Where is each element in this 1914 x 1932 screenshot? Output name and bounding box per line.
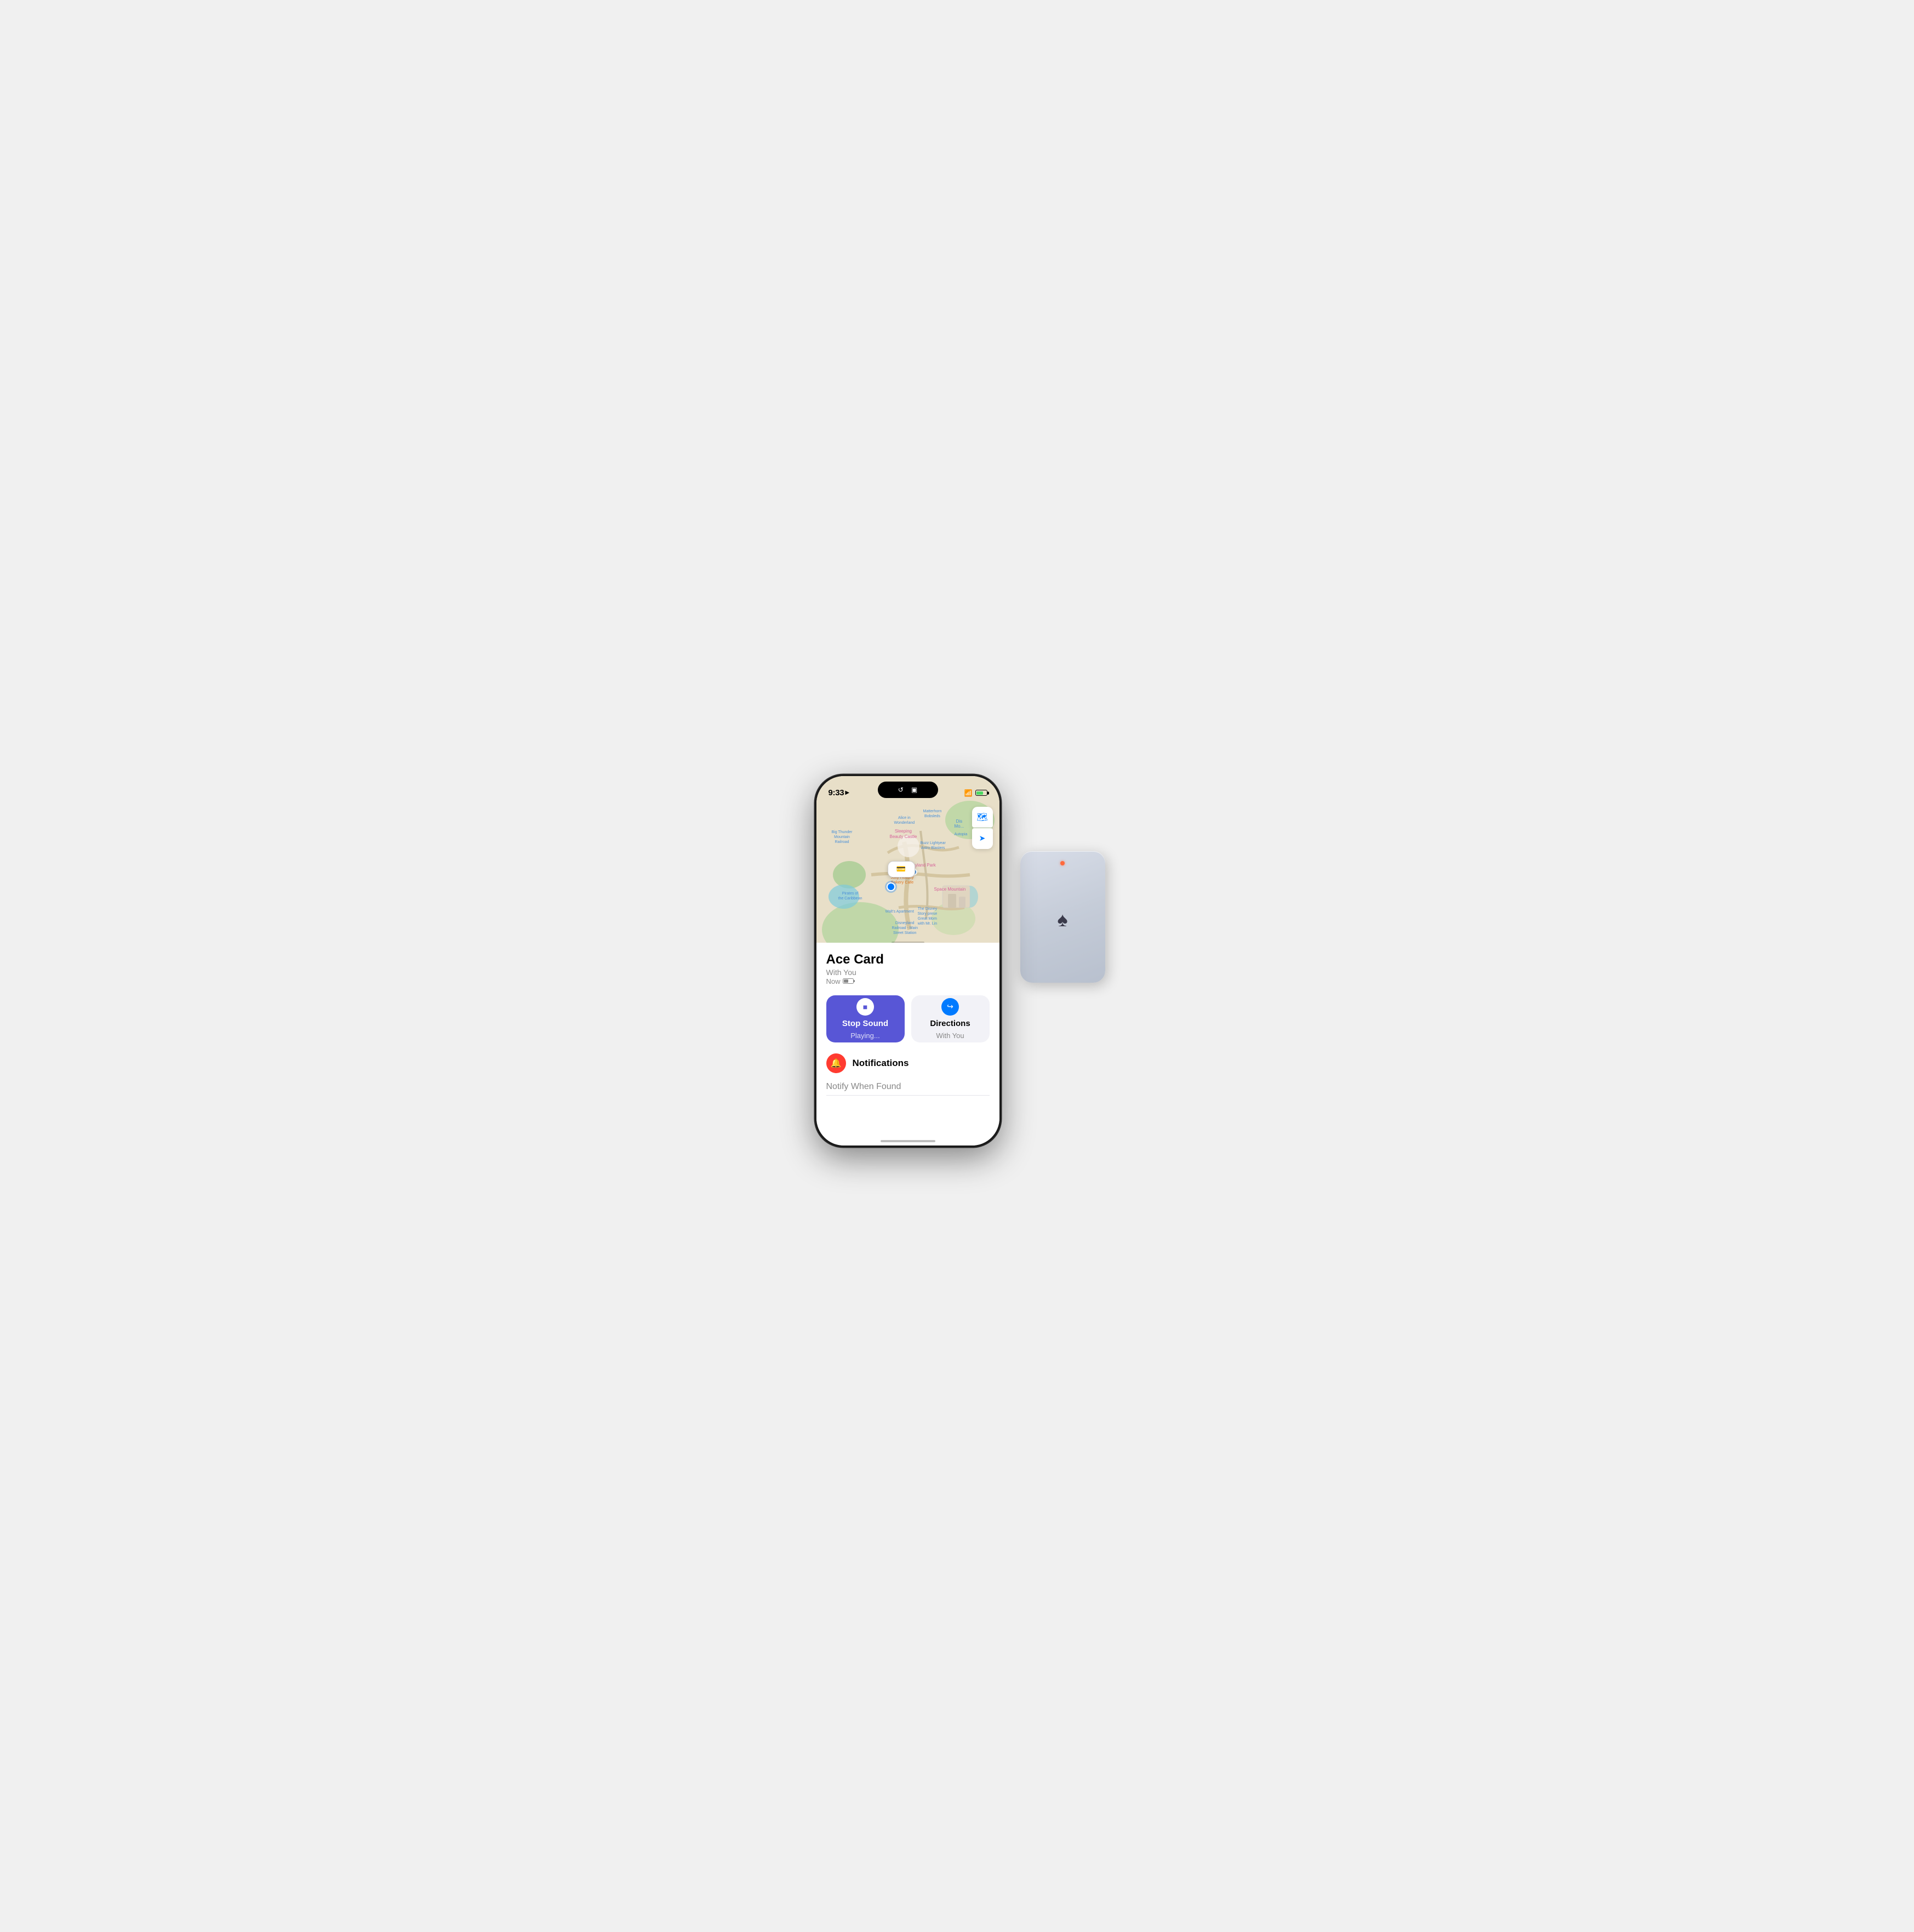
map-label-sleeping-beauty: SleepingBeauty Castle: [890, 829, 917, 840]
map-label-autopia: Autopia: [955, 832, 968, 837]
map-label-matterhorn: MatterhornBobsleds: [923, 809, 942, 819]
map-label-bttmr: Big ThunderMountainRailroad: [832, 830, 853, 845]
stop-icon: ■: [856, 998, 874, 1016]
dynamic-island: ↺ ▣: [878, 782, 938, 798]
di-right-icon: ▣: [911, 786, 917, 794]
directions-icon: ↪: [941, 998, 959, 1016]
map-label-buzz: Buzz LightyearAstro Blasters: [921, 841, 946, 851]
tracker-spade-icon: ♠: [1057, 908, 1067, 931]
battery-now-label: Now: [826, 977, 841, 985]
map-label-railroad: DisneylandRailroad - MainStreet Station: [892, 921, 918, 936]
scene: ♠ 9:33 ▶ 📶 ↺ ▣: [815, 774, 1100, 1158]
stop-sound-sublabel: Playing...: [850, 1031, 879, 1040]
map-label-space-mountain: Space Mountain: [934, 887, 966, 892]
item-subtitle: With You: [826, 968, 990, 977]
home-indicator: [881, 1140, 935, 1142]
iphone-screen: 9:33 ▶ 📶 ↺ ▣: [816, 776, 999, 1145]
stop-sound-label: Stop Sound: [842, 1019, 888, 1028]
bottom-panel: Ace Card With You Now ■ Stop Sound: [816, 943, 999, 1145]
directions-label: Directions: [930, 1019, 970, 1028]
map-label-disney-story: The DisneyStory preseGreat Momwith Mr. L…: [918, 907, 938, 926]
notifications-bell-icon: 🔔: [826, 1053, 846, 1073]
directions-button[interactable]: ↪ Directions With You: [911, 995, 990, 1042]
location-center-button[interactable]: ➤: [972, 828, 993, 849]
map-controls: 🗺 ➤: [972, 807, 993, 849]
map-label-dis-mo: DisMo...: [955, 819, 964, 829]
map-label-alice: Alice inWonderland: [894, 816, 915, 825]
user-location-pin: [887, 882, 895, 891]
tracker-map-pin: 💳: [888, 861, 915, 877]
tracker-led: [1060, 861, 1065, 865]
tracker-card: ♠: [1020, 851, 1105, 983]
wifi-icon: 📶: [964, 789, 973, 797]
notifications-section: 🔔 Notifications: [826, 1053, 990, 1073]
notify-when-found-row[interactable]: Notify When Found: [826, 1082, 990, 1096]
map-label-walts: Walt's Apartment: [885, 910, 914, 914]
di-left-icon: ↺: [898, 786, 904, 794]
battery-inline-icon: [843, 978, 854, 984]
status-time: 9:33: [829, 788, 844, 797]
notify-when-found-label: Notify When Found: [826, 1082, 901, 1092]
status-right: 📶: [964, 789, 987, 797]
map-view-button[interactable]: 🗺: [972, 807, 993, 828]
action-buttons-row: ■ Stop Sound Playing... ↪ Directions Wit…: [826, 995, 990, 1042]
item-title: Ace Card: [826, 953, 990, 967]
notifications-label: Notifications: [853, 1058, 909, 1069]
battery-status: Now: [826, 977, 854, 985]
location-arrow-icon: ▶: [845, 790, 849, 796]
stop-sound-button[interactable]: ■ Stop Sound Playing...: [826, 995, 905, 1042]
battery-icon: [975, 790, 987, 796]
iphone-shell: 9:33 ▶ 📶 ↺ ▣: [815, 774, 1001, 1147]
map-label-pirates: Pirates ofthe Caribbean: [838, 891, 862, 901]
directions-sublabel: With You: [936, 1031, 964, 1040]
